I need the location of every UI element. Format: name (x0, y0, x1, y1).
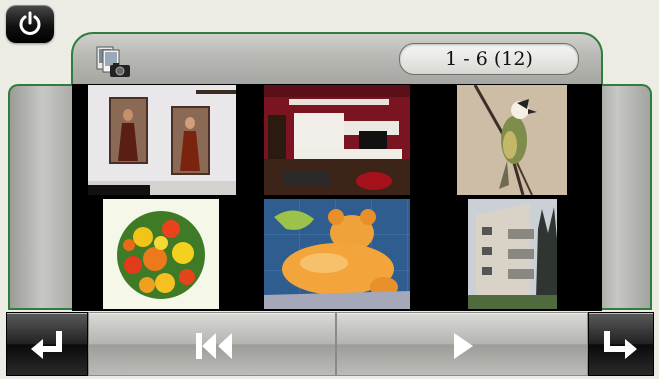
photo-thumbnail-painting-wall[interactable] (88, 85, 236, 195)
next-page-arrow-icon (604, 331, 637, 359)
power-button[interactable] (6, 5, 54, 43)
previous-button[interactable] (88, 312, 336, 376)
back-button[interactable] (6, 312, 88, 376)
skip-previous-icon (196, 333, 232, 359)
left-scroll-panel[interactable] (8, 84, 82, 310)
photo-gallery-icon (96, 46, 130, 77)
photo-thumbnail-bird-on-branch[interactable] (457, 85, 567, 195)
photo-thumbnail-living-room[interactable] (264, 85, 410, 195)
play-icon (454, 333, 473, 359)
photo-grid (72, 84, 602, 311)
page-counter: 1 - 6 (12) (399, 43, 579, 75)
photo-thumbnail-flower-bouquet[interactable] (103, 199, 219, 309)
photo-thumbnail-apartment-building[interactable] (468, 199, 557, 309)
play-button[interactable] (336, 312, 588, 376)
photo-thumbnail-teddy-bear-art[interactable] (264, 199, 410, 309)
back-arrow-icon (31, 331, 62, 359)
control-bar (6, 312, 654, 376)
power-icon (19, 11, 41, 35)
next-page-button[interactable] (588, 312, 654, 376)
